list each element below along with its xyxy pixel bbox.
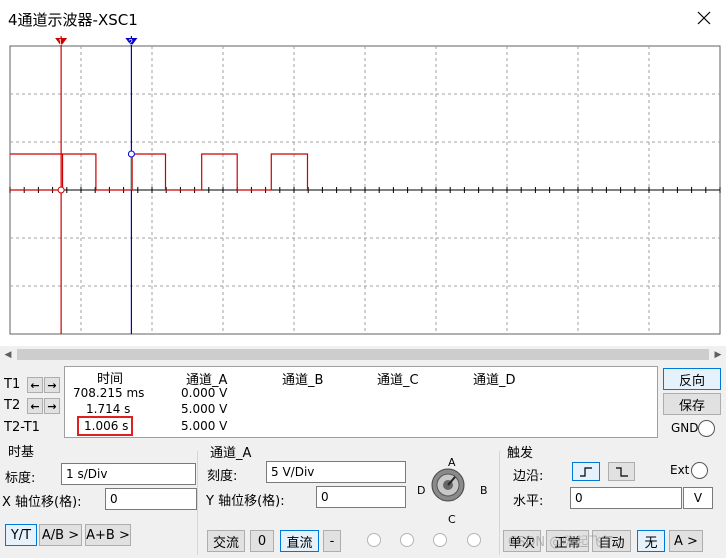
level-input[interactable]: 0 (570, 487, 682, 509)
rising-edge-icon (580, 466, 592, 477)
timebase-scale-input[interactable]: 1 s/Div (61, 463, 196, 485)
t1-left-arrow-icon[interactable]: ← (27, 377, 43, 393)
scroll-right-icon[interactable]: ▶ (712, 346, 724, 363)
edge-label: 边沿: (513, 469, 544, 484)
trigger-title: 触发 (507, 446, 534, 461)
channel-scale-input[interactable]: 5 V/Div (266, 461, 406, 483)
header-time: 时间 (97, 372, 124, 387)
knob-label-d: D (417, 484, 426, 497)
reverse-button[interactable]: 反向 (663, 368, 721, 390)
coupling-ac-button[interactable]: 交流 (207, 530, 245, 552)
cursor-2-dot (127, 150, 135, 158)
t2-ch-a-value: 5.000 V (181, 402, 228, 416)
t2t1-ch-a-value: 5.000 V (181, 419, 228, 433)
t1-ch-a-value: 0.000 V (181, 386, 228, 400)
trigger-a-button[interactable]: A > (669, 530, 703, 552)
gnd-terminal-icon[interactable] (698, 420, 715, 437)
channel-radio-d[interactable] (467, 533, 481, 547)
cursor-2-label: 2 (128, 38, 133, 47)
t1-right-arrow-icon[interactable]: → (44, 377, 60, 393)
cursor-1-dot (57, 186, 65, 194)
x-offset-input[interactable]: 0 (105, 488, 197, 510)
coupling-dc-button[interactable]: 直流 (280, 530, 319, 552)
trace-path (10, 153, 309, 191)
t1-time-value: 708.215 ms (73, 386, 145, 400)
channel-scale-label: 刻度: (207, 469, 238, 484)
falling-edge-icon (615, 466, 628, 477)
channel-a-trace (10, 153, 309, 191)
scope-screen: 12 (9, 36, 721, 335)
measurement-table (64, 366, 658, 438)
level-label: 水平: (513, 494, 544, 509)
mode-yt-button[interactable]: Y/T (5, 524, 37, 546)
t2-label: T2 (4, 398, 21, 413)
timebase-title: 时基 (8, 445, 35, 460)
channel-radio-b[interactable] (400, 533, 414, 547)
close-button[interactable] (688, 4, 720, 32)
t1-label: T1 (4, 377, 21, 392)
knob-label-c: C (448, 513, 456, 526)
header-channel-b: 通道_B (282, 373, 324, 388)
t2-time-value: 1.714 s (86, 402, 131, 416)
rising-edge-button[interactable] (572, 462, 600, 481)
mode-a-plus-b-button[interactable]: A+B > (85, 524, 131, 546)
t2-right-arrow-icon[interactable]: → (44, 398, 60, 414)
coupling-minus-button[interactable]: - (323, 530, 341, 552)
t2-left-arrow-icon[interactable]: ← (27, 398, 43, 414)
channel-radio-a[interactable] (367, 533, 381, 547)
channel-knob-icon[interactable] (430, 467, 466, 503)
scrollbar-thumb[interactable] (17, 349, 709, 360)
header-channel-d: 通道_D (473, 373, 516, 388)
level-unit[interactable]: V (683, 487, 713, 509)
y-offset-label: Y 轴位移(格): (206, 494, 285, 509)
knob-label-b: B (480, 484, 488, 497)
header-channel-c: 通道_C (377, 373, 419, 388)
gnd-label: GND (671, 421, 699, 435)
highlight-box (77, 416, 133, 436)
scroll-left-icon[interactable]: ◀ (2, 346, 14, 363)
window-title: 4通道示波器-XSC1 (8, 11, 138, 29)
trigger-group (499, 451, 500, 555)
close-icon (697, 11, 711, 25)
channel-title: 通道_A (210, 446, 252, 461)
falling-edge-button[interactable] (608, 462, 635, 481)
x-offset-label: X 轴位移(格): (2, 495, 82, 510)
coupling-zero-button[interactable]: 0 (250, 530, 274, 552)
mode-ab-button[interactable]: A/B > (39, 524, 82, 546)
timebase-scale-label: 标度: (5, 471, 36, 486)
ext-label: Ext (670, 463, 690, 477)
watermark: CSDN @嗨起飞了 (508, 535, 615, 550)
save-button[interactable]: 保存 (663, 393, 721, 415)
cursor-1-label: 1 (58, 38, 63, 47)
none-button[interactable]: 无 (637, 530, 665, 552)
t2t1-label: T2-T1 (4, 420, 40, 435)
channel-radio-c[interactable] (433, 533, 447, 547)
ext-terminal-icon[interactable] (691, 462, 708, 479)
y-offset-input[interactable]: 0 (316, 486, 406, 508)
